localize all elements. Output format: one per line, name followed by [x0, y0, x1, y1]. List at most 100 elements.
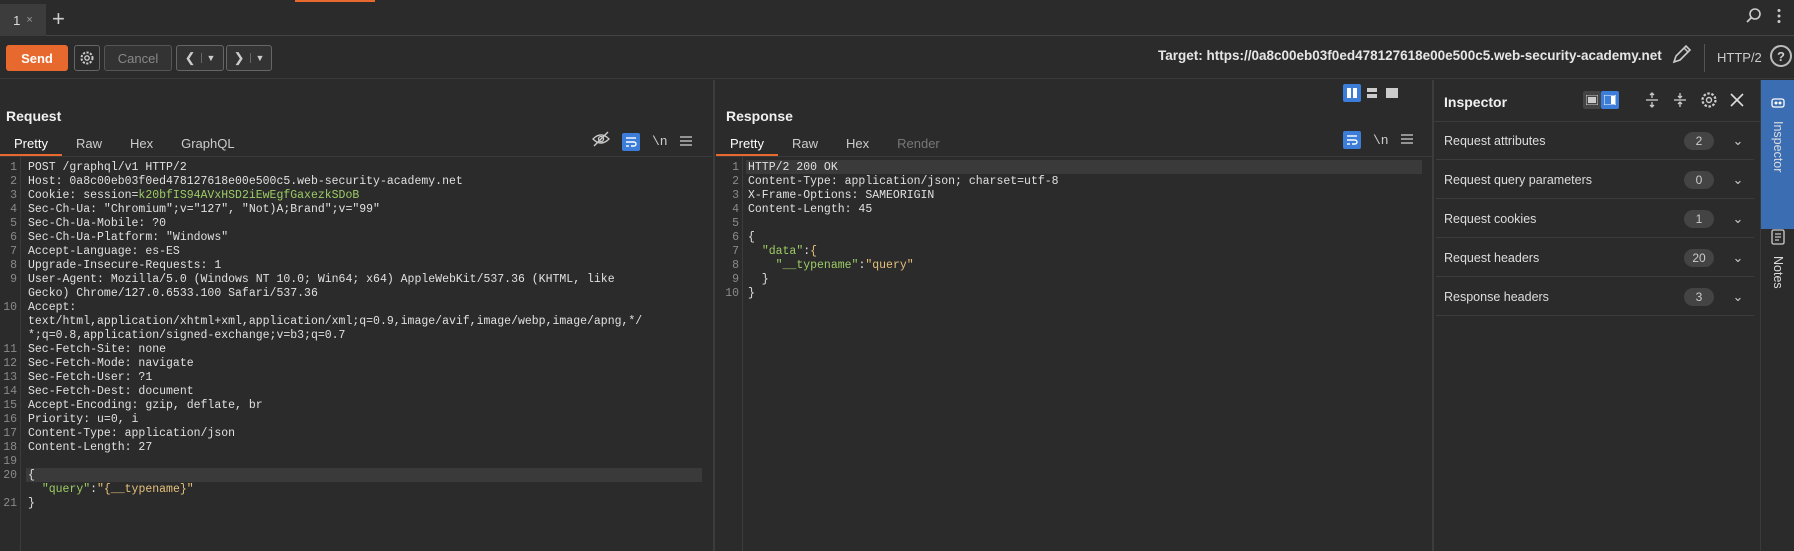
code-line: "__typename":"query"	[775, 259, 914, 272]
code-line: *;q=0.8,application/signed-exchange;v=b3…	[28, 329, 346, 342]
response-editor[interactable]: 1 2 3 4 5 6 7 8 9 10 HTTP/2 200 OK Content-Type: a…	[716, 156, 1432, 551]
code-line: Sec-Fetch-Mode: navigate	[28, 357, 194, 370]
hide-nonprintable-icon[interactable]	[592, 131, 610, 152]
line-number: 5	[732, 217, 739, 230]
tab-hex[interactable]: Hex	[116, 134, 167, 154]
inspector-row-request-attributes[interactable]: Request attributes 2 ⌄	[1436, 122, 1754, 160]
code-line: }	[748, 287, 755, 300]
history-back-button[interactable]: ❮ ▼	[176, 45, 224, 71]
collapse-all-icon[interactable]	[1672, 92, 1688, 113]
layout-side-by-side-icon[interactable]	[1343, 84, 1361, 102]
side-tab-notes[interactable]: Notes	[1761, 225, 1794, 339]
send-button[interactable]: Send	[6, 45, 68, 71]
layout-tabs-icon[interactable]	[1383, 84, 1401, 102]
top-tab-bar	[0, 0, 1794, 36]
menu-icon[interactable]	[679, 133, 692, 151]
line-number: 13	[3, 371, 17, 384]
line-number: 16	[3, 413, 17, 426]
close-tab-icon[interactable]: ×	[26, 14, 32, 26]
line-number: 4	[732, 203, 739, 216]
code-line: Content-Length: 45	[748, 203, 873, 216]
line-number: 6	[732, 231, 739, 244]
word-wrap-icon[interactable]	[622, 132, 640, 151]
tab-render[interactable]: Render	[883, 134, 954, 154]
code-line: Sec-Ch-Ua-Platform: "Windows"	[28, 231, 229, 244]
code-line: }	[28, 497, 35, 510]
chevron-down-icon[interactable]: ⌄	[1728, 211, 1748, 227]
search-icon[interactable]	[1746, 8, 1762, 29]
chevron-down-icon[interactable]: ⌄	[1728, 289, 1748, 305]
code-line: }	[748, 273, 769, 286]
notes-icon	[1771, 229, 1785, 248]
line-number: 12	[3, 357, 17, 370]
inspector-actions	[1644, 91, 1744, 114]
count-badge: 2	[1684, 131, 1714, 150]
toolbar-divider	[1704, 44, 1705, 72]
inspector-row-request-cookies[interactable]: Request cookies 1 ⌄	[1436, 200, 1754, 238]
row-label: Request cookies	[1444, 211, 1537, 226]
code-line: Priority: u=0, i	[28, 413, 139, 426]
layout-stacked-icon[interactable]	[1363, 84, 1381, 102]
count-badge: 0	[1684, 170, 1714, 189]
chevron-down-icon[interactable]: ⌄	[1728, 133, 1748, 149]
highlighted-line	[26, 468, 702, 482]
settings-gear-button[interactable]	[74, 45, 100, 71]
layout-toggle-group	[1343, 84, 1401, 102]
line-number: 20	[3, 469, 17, 482]
add-tab-icon[interactable]: +	[52, 6, 65, 32]
line-number: 21	[3, 497, 17, 510]
request-editor[interactable]: 1 2 3 4 5 6 7 8 9 10 11 12 13 14 15 16 17 18 19 20 21 POST /…	[0, 156, 712, 551]
target-url[interactable]: Target: https://0a8c00eb03f0ed478127618e…	[1158, 48, 1662, 63]
inspector-controls	[1583, 91, 1619, 109]
history-forward-button[interactable]: ❯ ▼	[226, 45, 272, 71]
code-line: Cookie: session=k20bfIS94AVxHSD2iEwEgfGa…	[28, 189, 360, 202]
chevron-right-icon: ❯	[233, 50, 245, 65]
show-newlines-toggle[interactable]: \n	[1373, 133, 1389, 148]
inspector-layout-left-icon[interactable]	[1583, 91, 1601, 109]
line-number: 2	[732, 175, 739, 188]
chevron-down-icon[interactable]: ⌄	[1728, 172, 1748, 188]
expand-all-icon[interactable]	[1644, 92, 1660, 113]
gear-icon[interactable]	[1700, 91, 1718, 114]
tab-graphql[interactable]: GraphQL	[167, 134, 248, 154]
panel-divider[interactable]	[713, 80, 715, 551]
line-number: 17	[3, 427, 17, 440]
show-newlines-toggle[interactable]: \n	[652, 134, 668, 149]
request-title: Request	[6, 108, 62, 124]
word-wrap-icon[interactable]	[1343, 131, 1361, 149]
cancel-button[interactable]: Cancel	[104, 45, 172, 71]
more-options-icon[interactable]	[1776, 8, 1782, 29]
chevron-down-icon[interactable]: ⌄	[1728, 250, 1748, 266]
line-number: 8	[10, 259, 17, 272]
tab-raw[interactable]: Raw	[62, 134, 116, 154]
tab-raw[interactable]: Raw	[778, 134, 832, 154]
dropdown-caret-icon[interactable]: ▼	[201, 53, 215, 63]
row-label: Request headers	[1444, 250, 1540, 265]
dropdown-caret-icon[interactable]: ▼	[250, 53, 264, 63]
code-line: Sec-Fetch-User: ?1	[28, 371, 153, 384]
menu-icon[interactable]	[1400, 131, 1413, 149]
line-number: 11	[3, 343, 17, 356]
inspector-row-request-headers[interactable]: Request headers 20 ⌄	[1436, 239, 1754, 277]
close-icon[interactable]	[1730, 93, 1744, 112]
inspector-row-response-headers[interactable]: Response headers 3 ⌄	[1436, 278, 1754, 316]
side-tab-inspector[interactable]: Inspector	[1761, 80, 1794, 229]
code-line: POST /graphql/v1 HTTP/2	[28, 161, 187, 174]
repeater-tab-1[interactable]: 1 ×	[0, 4, 46, 36]
request-editor-actions: \n	[592, 131, 692, 152]
tab-pretty[interactable]: Pretty	[716, 134, 778, 156]
code-line: Sec-Fetch-Site: none	[28, 343, 167, 356]
edit-target-icon[interactable]	[1671, 43, 1693, 71]
code-line: Upgrade-Insecure-Requests: 1	[28, 259, 222, 272]
inspector-row-request-query-parameters[interactable]: Request query parameters 0 ⌄	[1436, 161, 1754, 199]
tab-hex[interactable]: Hex	[832, 134, 883, 154]
inspector-header-divider	[1434, 121, 1760, 122]
protocol-selector[interactable]: HTTP/2	[1717, 50, 1762, 65]
help-icon[interactable]: ?	[1770, 45, 1792, 67]
line-number: 10	[725, 287, 739, 300]
tab-pretty[interactable]: Pretty	[0, 134, 62, 156]
code-line: Sec-Ch-Ua-Mobile: ?0	[28, 217, 167, 230]
highlighted-line	[746, 160, 1422, 174]
inspector-layout-right-icon[interactable]	[1601, 91, 1619, 109]
code-line: Gecko) Chrome/127.0.6533.100 Safari/537.…	[28, 287, 318, 300]
